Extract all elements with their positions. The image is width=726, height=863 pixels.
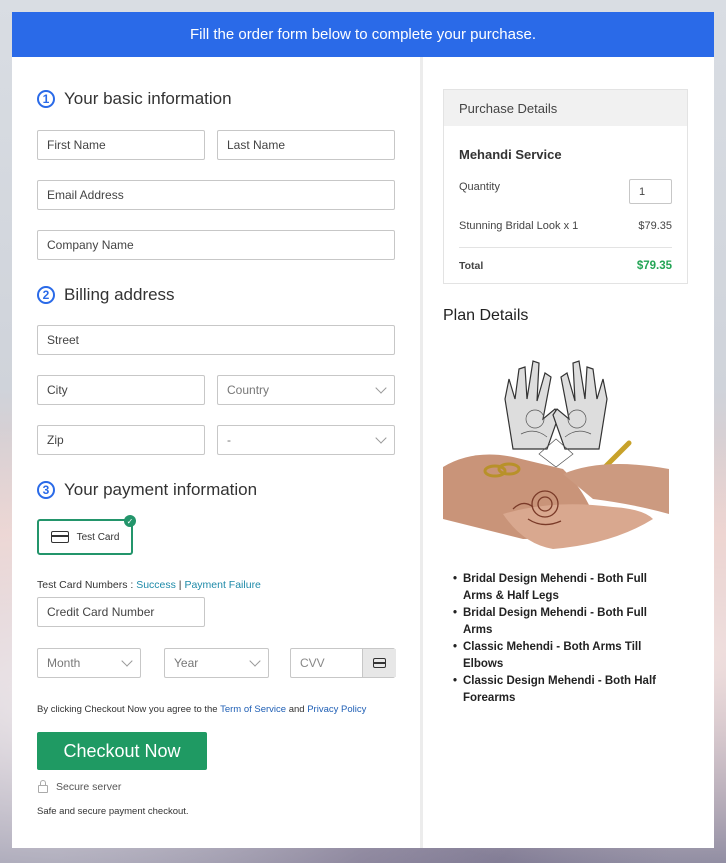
secure-server: Secure server (38, 779, 122, 793)
payment-failure-link[interactable]: Payment Failure (184, 579, 260, 591)
cvv-placeholder: CVV (300, 656, 325, 670)
credit-card-icon (373, 658, 386, 668)
quantity-input[interactable]: 1 (629, 179, 672, 204)
list-item: Bridal Design Mehendi - Both Full Arms &… (453, 571, 663, 605)
test-numbers-prefix: Test Card Numbers : (37, 579, 137, 591)
purchase-details-header: Purchase Details (444, 90, 687, 126)
section-basic-info: 1 Your basic information (37, 89, 232, 109)
state-select-value: - (227, 433, 231, 447)
step-number-3: 3 (37, 481, 55, 499)
street-input[interactable]: Street (37, 325, 395, 355)
state-select[interactable]: - (217, 425, 395, 455)
chevron-down-icon (375, 432, 387, 444)
quantity-label: Quantity (459, 180, 500, 193)
checkmark-icon: ✓ (124, 515, 136, 527)
item-label: Stunning Bridal Look x 1 (459, 220, 579, 232)
success-link[interactable]: Success (136, 579, 176, 591)
plan-features-list: Bridal Design Mehendi - Both Full Arms &… (453, 571, 663, 707)
section-payment: 3 Your payment information (37, 480, 257, 500)
product-name: Mehandi Service (459, 147, 672, 162)
chevron-down-icon (375, 382, 387, 394)
purchase-details-box: Purchase Details Mehandi Service Quantit… (443, 89, 688, 284)
section-billing: 2 Billing address (37, 285, 175, 305)
summary-column: Purchase Details Mehandi Service Quantit… (423, 57, 714, 848)
safe-checkout-text: Safe and secure payment checkout. (37, 806, 189, 817)
lock-icon (38, 779, 48, 793)
product-name-text: Mehandi Service (459, 147, 562, 162)
test-card-label: Test Card (76, 531, 120, 543)
checkout-button[interactable]: Checkout Now (37, 732, 207, 770)
divider (459, 247, 672, 248)
line-item-row: Stunning Bridal Look x 1 $79.35 (459, 220, 672, 232)
month-select[interactable]: Month (37, 648, 141, 678)
city-input[interactable]: City (37, 375, 205, 405)
mehendi-hands-image (443, 360, 669, 549)
total-row: Total $79.35 (459, 260, 672, 272)
header-banner: Fill the order form below to complete yo… (12, 12, 714, 57)
step-number-1: 1 (37, 90, 55, 108)
plan-details-title: Plan Details (443, 307, 529, 324)
quantity-row: Quantity 1 (459, 179, 672, 204)
list-item: Classic Mehendi - Both Arms Till Elbows (453, 639, 663, 673)
list-item: Classic Design Mehendi - Both Half Forea… (453, 673, 663, 707)
card-number-input[interactable]: Credit Card Number (37, 597, 205, 627)
order-form-card: 1 Your basic information First Name Last… (12, 57, 714, 848)
chevron-down-icon (121, 655, 133, 667)
credit-card-icon (50, 531, 69, 543)
terms-prefix: By clicking Checkout Now you agree to th… (37, 704, 221, 715)
section-title: Billing address (64, 285, 175, 304)
first-name-input[interactable]: First Name (37, 130, 205, 160)
privacy-policy-link[interactable]: Privacy Policy (307, 704, 366, 715)
section-title: Your payment information (64, 480, 258, 499)
zip-input[interactable]: Zip (37, 425, 205, 455)
step-number-2: 2 (37, 286, 55, 304)
cvv-card-button[interactable] (362, 649, 396, 677)
company-input[interactable]: Company Name (37, 230, 395, 260)
email-input[interactable]: Email Address (37, 180, 395, 210)
terms-of-service-link[interactable]: Term of Service (220, 704, 286, 715)
year-select-value: Year (174, 656, 199, 670)
terms-text: By clicking Checkout Now you agree to th… (37, 704, 366, 715)
test-card-option[interactable]: Test Card ✓ (37, 515, 136, 555)
item-price: $79.35 (638, 220, 672, 232)
terms-and: and (286, 704, 308, 715)
list-item: Bridal Design Mehendi - Both Full Arms (453, 605, 663, 639)
test-card-numbers: Test Card Numbers : Success | Payment Fa… (37, 579, 261, 591)
form-column: 1 Your basic information First Name Last… (12, 57, 423, 848)
chevron-down-icon (249, 655, 261, 667)
last-name-input[interactable]: Last Name (217, 130, 395, 160)
country-select-value: Country (227, 383, 270, 397)
country-select[interactable]: Country (217, 375, 395, 405)
section-title: Your basic information (64, 89, 232, 108)
total-label: Total (459, 260, 484, 272)
secure-server-label: Secure server (56, 781, 122, 793)
month-select-value: Month (47, 656, 81, 670)
year-select[interactable]: Year (164, 648, 269, 678)
total-value: $79.35 (636, 260, 672, 272)
